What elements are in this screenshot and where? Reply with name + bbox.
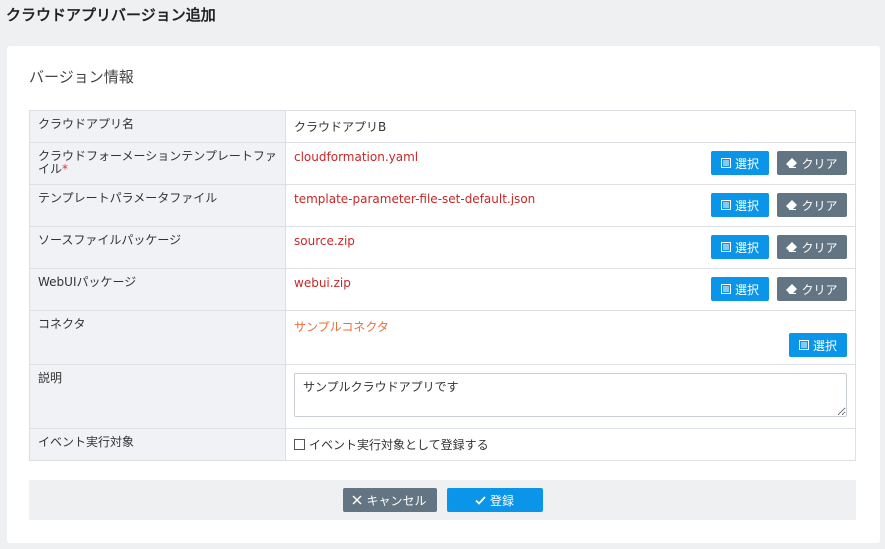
row-cf-template: クラウドフォーメーションテンプレートファイル* cloudformation.y… bbox=[29, 142, 856, 185]
source-package-cell: source.zip 選択 クリア bbox=[285, 226, 856, 269]
close-icon bbox=[352, 495, 363, 505]
connector-select-button[interactable]: 選択 bbox=[789, 333, 847, 357]
list-icon bbox=[720, 200, 731, 210]
webui-package-cell: webui.zip 選択 クリア bbox=[285, 268, 856, 311]
template-params-filename: template-parameter-file-set-default.json bbox=[294, 192, 536, 206]
connector-label: コネクタ bbox=[29, 310, 286, 365]
app-name-label: クラウドアプリ名 bbox=[29, 110, 286, 143]
check-icon bbox=[475, 495, 486, 505]
eraser-icon bbox=[786, 158, 798, 168]
row-description: 説明 サンプルクラウドアプリです bbox=[29, 364, 856, 429]
event-target-checkbox[interactable] bbox=[294, 439, 305, 450]
page-title: クラウドアプリバージョン追加 bbox=[6, 6, 216, 24]
cf-template-cell: cloudformation.yaml 選択 クリア bbox=[285, 142, 856, 185]
list-icon bbox=[720, 284, 731, 294]
row-connector: コネクタ サンプルコネクタ 選択 bbox=[29, 310, 856, 365]
eraser-icon bbox=[786, 284, 798, 294]
description-label: 説明 bbox=[29, 364, 286, 429]
list-icon bbox=[720, 158, 731, 168]
eraser-icon bbox=[786, 200, 798, 210]
select-label: 選択 bbox=[734, 282, 759, 297]
template-params-label: テンプレートパラメータファイル bbox=[29, 184, 286, 227]
webui-package-filename: webui.zip bbox=[294, 276, 351, 290]
webui-package-clear-button[interactable]: クリア bbox=[777, 277, 847, 301]
description-cell: サンプルクラウドアプリです bbox=[285, 364, 856, 429]
form-panel: バージョン情報 クラウドアプリ名 クラウドアプリB クラウドフォーメーションテン… bbox=[7, 46, 880, 543]
section-title: バージョン情報 bbox=[29, 68, 134, 86]
row-source-package: ソースファイルパッケージ source.zip 選択 クリア bbox=[29, 226, 856, 269]
source-package-clear-button[interactable]: クリア bbox=[777, 235, 847, 259]
template-params-select-button[interactable]: 選択 bbox=[711, 193, 769, 217]
cancel-button[interactable]: キャンセル bbox=[342, 488, 437, 512]
select-label: 選択 bbox=[812, 338, 837, 353]
template-params-cell: template-parameter-file-set-default.json… bbox=[285, 184, 856, 227]
connector-value: サンプルコネクタ bbox=[294, 320, 389, 334]
select-label: 選択 bbox=[734, 240, 759, 255]
list-icon bbox=[720, 242, 731, 252]
description-textarea[interactable]: サンプルクラウドアプリです bbox=[294, 373, 847, 417]
clear-label: クリア bbox=[801, 156, 838, 171]
required-mark: * bbox=[62, 162, 69, 176]
eraser-icon bbox=[786, 242, 798, 252]
webui-package-label: WebUIパッケージ bbox=[29, 268, 286, 311]
register-label: 登録 bbox=[489, 493, 514, 508]
row-app-name: クラウドアプリ名 クラウドアプリB bbox=[29, 110, 856, 143]
connector-cell: サンプルコネクタ 選択 bbox=[285, 310, 856, 365]
register-button[interactable]: 登録 bbox=[446, 488, 543, 512]
app-name-value: クラウドアプリB bbox=[285, 110, 856, 143]
webui-package-select-button[interactable]: 選択 bbox=[711, 277, 769, 301]
form-footer: キャンセル 登録 bbox=[29, 480, 856, 520]
clear-label: クリア bbox=[801, 240, 838, 255]
row-webui-package: WebUIパッケージ webui.zip 選択 クリア bbox=[29, 268, 856, 311]
row-template-params: テンプレートパラメータファイル template-parameter-file-… bbox=[29, 184, 856, 227]
cf-template-clear-button[interactable]: クリア bbox=[777, 151, 847, 175]
event-target-checkbox-wrapper[interactable]: イベント実行対象として登録する bbox=[294, 436, 489, 453]
template-params-clear-button[interactable]: クリア bbox=[777, 193, 847, 217]
source-package-filename: source.zip bbox=[294, 234, 355, 248]
row-event-target: イベント実行対象 イベント実行対象として登録する bbox=[29, 428, 856, 461]
cf-template-select-button[interactable]: 選択 bbox=[711, 151, 769, 175]
cf-template-filename: cloudformation.yaml bbox=[294, 150, 419, 164]
event-target-checkbox-label: イベント実行対象として登録する bbox=[309, 438, 489, 452]
event-target-label: イベント実行対象 bbox=[29, 428, 286, 461]
cancel-label: キャンセル bbox=[366, 493, 427, 508]
source-package-select-button[interactable]: 選択 bbox=[711, 235, 769, 259]
version-form-table: クラウドアプリ名 クラウドアプリB クラウドフォーメーションテンプレートファイル… bbox=[29, 110, 856, 461]
clear-label: クリア bbox=[801, 198, 838, 213]
cf-template-label: クラウドフォーメーションテンプレートファイル bbox=[38, 149, 277, 176]
select-label: 選択 bbox=[734, 156, 759, 171]
list-icon bbox=[798, 340, 809, 350]
select-label: 選択 bbox=[734, 198, 759, 213]
clear-label: クリア bbox=[801, 282, 838, 297]
event-target-cell: イベント実行対象として登録する bbox=[285, 428, 856, 461]
cf-template-label-cell: クラウドフォーメーションテンプレートファイル* bbox=[29, 142, 286, 185]
source-package-label: ソースファイルパッケージ bbox=[29, 226, 286, 269]
